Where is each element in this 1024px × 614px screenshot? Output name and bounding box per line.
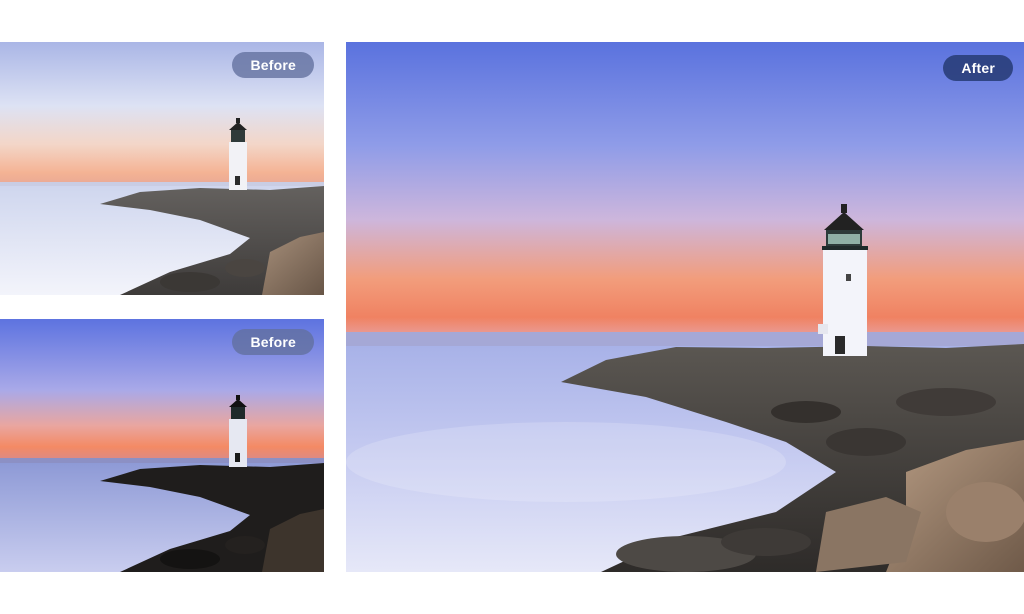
before-badge: Before — [232, 52, 314, 78]
lighthouse-photo-dark — [0, 319, 324, 572]
lighthouse-photo-washed — [0, 42, 324, 295]
after-image: After — [346, 42, 1024, 572]
lighthouse-photo-enhanced — [346, 42, 1024, 572]
after-badge: After — [943, 55, 1013, 81]
before-badge: Before — [232, 329, 314, 355]
before-image-top: Before — [0, 42, 324, 295]
before-image-bottom: Before — [0, 319, 324, 572]
